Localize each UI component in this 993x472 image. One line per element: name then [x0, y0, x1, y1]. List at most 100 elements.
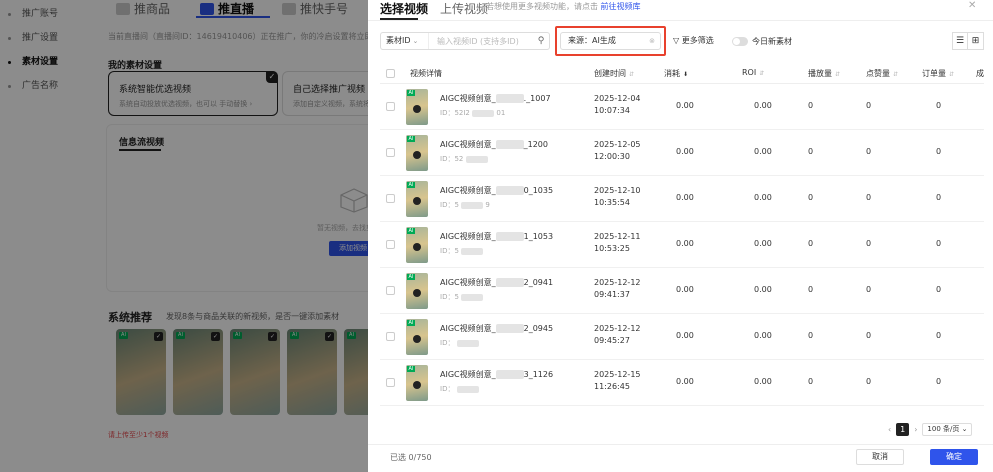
search-icon[interactable]: ⚲ — [533, 36, 549, 46]
video-thumbnail[interactable]: AI — [406, 135, 428, 171]
redacted-block — [461, 293, 484, 301]
row-checkbox[interactable] — [386, 102, 395, 111]
table-row[interactable]: AI AIGC视频创意_ ._1007 ID：52I2 01 2025-12-04 10:… — [380, 84, 984, 130]
view-switch: ☰ ⊞ — [952, 32, 984, 50]
video-name: AIGC视频创意_ 2_0941 — [440, 278, 554, 287]
play-icon — [413, 381, 421, 389]
table-row[interactable]: AI AIGC视频创意_ 2_0941 ID：5 2025-12-12 09:41:37… — [380, 268, 984, 314]
cost-value: 0.00 — [676, 239, 694, 248]
modal-overlay[interactable] — [0, 0, 368, 472]
next-page-icon[interactable]: › — [914, 425, 917, 434]
page-size-select[interactable]: 100 条/页 ⌄ — [922, 422, 973, 436]
video-thumbnail[interactable]: AI — [406, 89, 428, 125]
video-library-link[interactable]: 前往视频库 — [601, 2, 641, 11]
video-id: ID：5 — [440, 246, 484, 256]
created-time: 2025-12-12 09:41:37 — [594, 278, 641, 299]
ai-badge: AI — [407, 366, 415, 372]
row-checkbox[interactable] — [386, 286, 395, 295]
video-name: AIGC视频创意_ 0_1035 — [440, 186, 554, 195]
ai-badge: AI — [407, 274, 415, 280]
video-thumbnail[interactable]: AI — [406, 227, 428, 263]
sort-icon: ⇵ — [835, 71, 841, 78]
roi-value: 0.00 — [754, 193, 772, 202]
created-time: 2025-12-15 11:26:45 — [594, 370, 641, 391]
pagination: ‹ 1 › 100 条/页 ⌄ — [888, 422, 973, 436]
play-icon — [413, 197, 421, 205]
plays-value: 0 — [808, 147, 814, 156]
video-thumbnail[interactable]: AI — [406, 181, 428, 217]
table-row[interactable]: AI AIGC视频创意_ 2_0945 ID： 2025-12-12 09:45:27 0… — [380, 314, 984, 360]
col-cost[interactable]: 消耗 ⬇ — [664, 68, 688, 79]
table-row[interactable]: AI AIGC视频创意_ 1_1053 ID：5 2025-12-11 10:53:25… — [380, 222, 984, 268]
page-number-current[interactable]: 1 — [896, 422, 910, 436]
chevron-down-icon: ⌄ — [412, 37, 419, 45]
play-icon — [413, 105, 421, 113]
cost-value: 0.00 — [676, 331, 694, 340]
video-thumbnail[interactable]: AI — [406, 273, 428, 309]
tab-select-video[interactable]: 选择视频 — [380, 0, 428, 17]
video-name: AIGC视频创意_ ._1007 — [440, 94, 551, 103]
video-id: ID： — [440, 384, 479, 394]
prev-page-icon[interactable]: ‹ — [888, 425, 891, 434]
row-checkbox[interactable] — [386, 332, 395, 341]
orders-value: 0 — [936, 331, 942, 340]
redacted-block — [495, 186, 524, 195]
sort-desc-icon: ⬇ — [683, 71, 689, 78]
plays-value: 0 — [808, 377, 814, 386]
play-icon — [413, 335, 421, 343]
video-thumbnail[interactable]: AI — [406, 365, 428, 401]
likes-value: 0 — [866, 331, 872, 340]
video-id-input[interactable]: 输入视频ID (支持多ID) — [429, 36, 533, 47]
cost-value: 0.00 — [676, 101, 694, 110]
library-note: 若想使用更多视频功能，请点击 前往视频库 — [486, 2, 641, 11]
play-icon — [413, 289, 421, 297]
likes-value: 0 — [866, 239, 872, 248]
col-plays[interactable]: 播放量 ⇵ — [808, 68, 840, 79]
roi-value: 0.00 — [754, 377, 772, 386]
col-created-time[interactable]: 创建时间 ⇵ — [594, 68, 634, 79]
video-id: ID：52 — [440, 154, 488, 164]
roi-value: 0.00 — [754, 331, 772, 340]
row-checkbox[interactable] — [386, 194, 395, 203]
cancel-button[interactable]: 取消 — [856, 449, 904, 465]
confirm-button[interactable]: 确定 — [930, 449, 978, 465]
row-checkbox[interactable] — [386, 240, 395, 249]
plays-value: 0 — [808, 101, 814, 110]
video-name: AIGC视频创意_ _1200 — [440, 140, 548, 149]
video-name: AIGC视频创意_ 2_0945 — [440, 324, 554, 333]
table-row[interactable]: AI AIGC视频创意_ 3_1126 ID： 2025-12-15 11:26:45 0… — [380, 360, 984, 406]
ai-badge: AI — [407, 182, 415, 188]
row-checkbox[interactable] — [386, 378, 395, 387]
play-icon — [413, 151, 421, 159]
col-roi[interactable]: ROI ⇵ — [742, 68, 764, 77]
list-view-icon[interactable]: ☰ — [952, 32, 968, 50]
ai-badge: AI — [407, 90, 415, 96]
video-name: AIGC视频创意_ 3_1126 — [440, 370, 554, 379]
chevron-down-icon: ⌄ — [961, 424, 968, 433]
id-search-field: 素材ID ⌄ 输入视频ID (支持多ID) ⚲ — [380, 32, 550, 50]
video-thumbnail[interactable]: AI — [406, 319, 428, 355]
table-row[interactable]: AI AIGC视频创意_ _1200 ID：52 2025-12-05 12:00:30… — [380, 130, 984, 176]
grid-view-icon[interactable]: ⊞ — [968, 32, 984, 50]
selected-count: 已选 0/750 — [390, 453, 432, 462]
redacted-block — [472, 109, 495, 117]
more-filter-button[interactable]: ▽ 更多筛选 — [673, 32, 714, 50]
col-likes[interactable]: 点赞量 ⇵ — [866, 68, 898, 79]
orders-value: 0 — [936, 147, 942, 156]
table-row[interactable]: AI AIGC视频创意_ 0_1035 ID：5 9 2025-12-10 10:35:5… — [380, 176, 984, 222]
col-orders[interactable]: 订单量 ⇵ — [922, 68, 954, 79]
redacted-block — [456, 385, 479, 393]
created-time: 2025-12-10 10:35:54 — [594, 186, 641, 207]
select-all-checkbox[interactable] — [386, 69, 395, 78]
video-name: AIGC视频创意_ 1_1053 — [440, 232, 554, 241]
search-type-select[interactable]: 素材ID ⌄ — [381, 33, 429, 49]
plays-value: 0 — [808, 285, 814, 294]
today-new-toggle[interactable] — [732, 36, 748, 46]
close-icon[interactable]: ✕ — [968, 0, 976, 11]
redacted-block — [465, 155, 488, 163]
tab-upload-video[interactable]: 上传视频 — [440, 0, 488, 17]
today-new-toggle-group: 今日新素材 — [732, 32, 792, 50]
redacted-block — [461, 247, 484, 255]
row-checkbox[interactable] — [386, 148, 395, 157]
redacted-block — [495, 370, 524, 379]
